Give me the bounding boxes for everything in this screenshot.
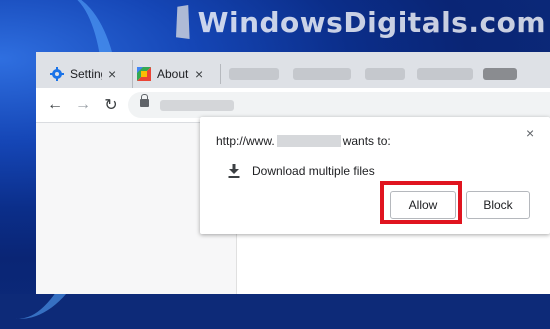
gear-icon — [50, 67, 64, 81]
tab-close-icon[interactable]: × — [108, 66, 116, 82]
allow-highlight-box — [380, 181, 462, 224]
watermark-text: WindowsDigitals.com — [197, 5, 546, 39]
site-watermark: WindowsDigitals.com — [176, 2, 546, 42]
windows-logo-icon — [176, 5, 190, 39]
forward-arrow-icon[interactable]: → — [74, 96, 92, 114]
popup-origin: http://www. wants to: — [216, 134, 391, 148]
reload-icon[interactable]: ↻ — [102, 96, 120, 114]
block-button[interactable]: Block — [466, 191, 530, 219]
origin-prefix: http://www. — [216, 134, 275, 148]
permission-text: Download multiple files — [252, 164, 375, 178]
blurred-url — [160, 100, 234, 111]
tab-strip: Settings × About × — [36, 52, 550, 88]
origin-suffix: wants to: — [342, 134, 391, 148]
colorful-square-icon — [137, 67, 151, 81]
lock-icon[interactable] — [140, 94, 149, 107]
download-icon — [228, 164, 240, 178]
tab-label: Settings — [70, 67, 102, 81]
back-arrow-icon[interactable]: ← — [46, 96, 64, 114]
permission-request: Download multiple files — [228, 164, 375, 178]
tab-label: About — [157, 67, 189, 81]
blurred-tabs — [220, 64, 539, 84]
blurred-domain — [276, 135, 341, 147]
tab-settings[interactable]: Settings × — [50, 60, 132, 88]
address-bar[interactable] — [128, 92, 550, 118]
tab-about[interactable]: About × — [132, 60, 216, 88]
tab-close-icon[interactable]: × — [195, 66, 203, 82]
close-icon[interactable]: × — [526, 125, 534, 141]
